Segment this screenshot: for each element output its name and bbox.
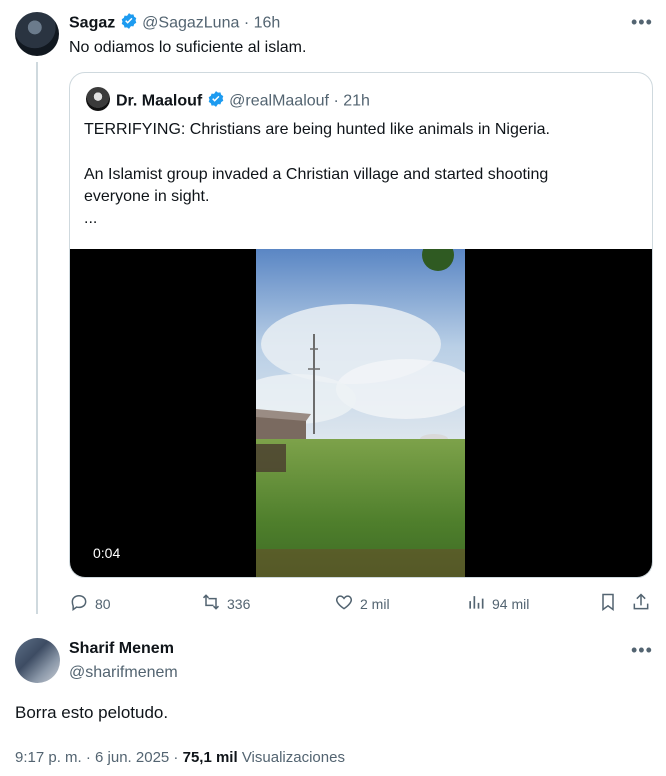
verified-badge-icon	[207, 90, 225, 113]
quoted-tweet[interactable]: Dr. Maalouf @realMaalouf · 21h TERRIFYIN…	[69, 72, 653, 578]
tweet-text: No odiamos lo suficiente al islam.	[69, 39, 307, 56]
views-action[interactable]: 94 mil	[466, 592, 529, 615]
thread-line	[36, 62, 38, 614]
video-duration: 0:04	[93, 545, 121, 561]
quote-text-line2: An Islamist group invaded a Christian vi…	[84, 166, 549, 183]
reply-meta: 9:17 p. m. · 6 jun. 2025 · 75,1 mil Visu…	[15, 749, 345, 766]
reply-views-count: 75,1 mil	[182, 749, 238, 766]
quote-header: Dr. Maalouf @realMaalouf · 21h	[116, 90, 370, 113]
views-icon	[466, 592, 486, 615]
bookmark-icon[interactable]	[598, 592, 618, 617]
like-icon	[334, 592, 354, 615]
more-icon[interactable]: •••	[631, 12, 653, 33]
quote-avatar	[86, 87, 110, 111]
author-handle[interactable]: @SagazLuna	[142, 15, 239, 32]
repost-icon	[201, 592, 221, 615]
quote-text-line3: everyone in sight.	[84, 188, 210, 205]
reply-author-handle[interactable]: @sharifmenem	[69, 664, 178, 682]
video-player[interactable]: 0:04	[70, 249, 652, 577]
avatar[interactable]	[15, 12, 59, 56]
repost-count: 336	[227, 595, 251, 612]
verified-badge-icon	[120, 12, 138, 35]
like-count: 2 mil	[360, 595, 390, 612]
video-frame	[256, 249, 465, 577]
reply-count: 80	[95, 595, 111, 612]
post-time[interactable]: · 16h	[244, 15, 280, 32]
reply-author-name[interactable]: Sharif Menem	[69, 640, 174, 658]
reply-action[interactable]: 80	[69, 592, 111, 615]
reply-timestamp[interactable]: 9:17 p. m. · 6 jun. 2025 ·	[15, 749, 178, 766]
views-count: 94 mil	[492, 595, 530, 612]
reply-avatar[interactable]	[15, 638, 60, 683]
reply-views-label: Visualizaciones	[241, 749, 345, 766]
quote-author-handle: @realMaalouf	[229, 92, 329, 110]
tweet-header: Sagaz @SagazLuna · 16h	[69, 12, 280, 35]
share-icon[interactable]	[631, 592, 651, 617]
more-icon[interactable]: •••	[631, 640, 653, 661]
quote-time: · 21h	[333, 92, 370, 110]
reply-icon	[69, 592, 89, 615]
like-action[interactable]: 2 mil	[334, 592, 390, 615]
repost-action[interactable]: 336	[201, 592, 250, 615]
quote-ellipsis: ...	[84, 210, 98, 227]
quote-author-name: Dr. Maalouf	[116, 92, 203, 110]
quote-text-line1: TERRIFYING: Christians are being hunted …	[84, 121, 550, 138]
reply-text: Borra esto pelotudo.	[15, 703, 169, 722]
author-name[interactable]: Sagaz	[69, 15, 115, 32]
